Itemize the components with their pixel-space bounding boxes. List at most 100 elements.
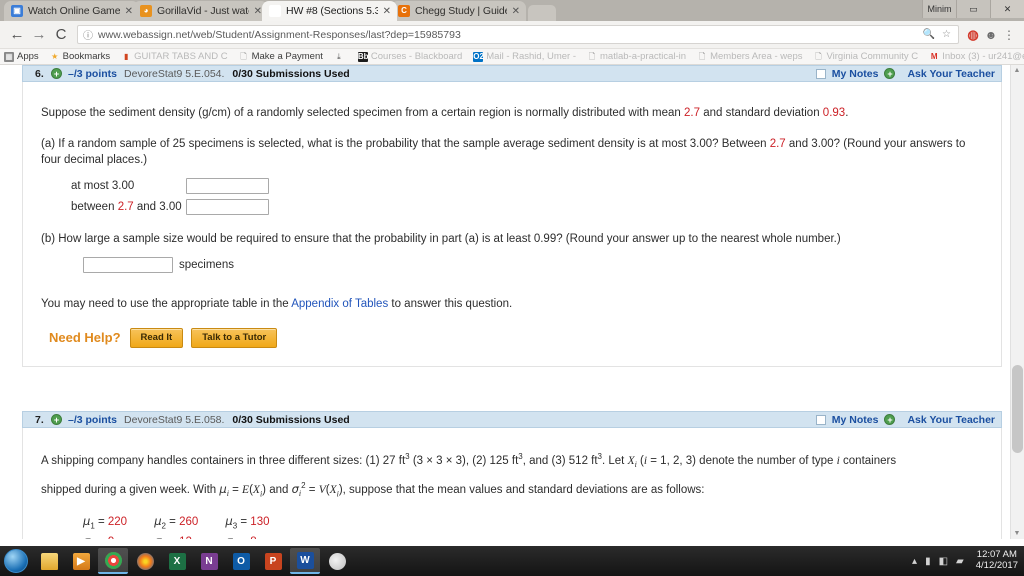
mean-parameter-row: μ1 = 220 μ2 = 260 μ3 = 130 <box>83 513 270 530</box>
part-b-text: (b) How large a sample size would be req… <box>41 233 841 246</box>
doc-icon: 🗋 <box>815 51 822 61</box>
system-tray: ▴ ▮ ◧ ▰ 12:07 AM 4/12/2017 <box>912 549 1024 572</box>
bookmark-members-area[interactable]: 🗋 Members Area - weps <box>697 51 803 62</box>
part-a-text-1: (a) If a random sample of 25 specimens i… <box>41 137 770 150</box>
submissions-used: 0/30 Submissions Used <box>232 67 350 80</box>
blackboard-icon: Bb <box>357 51 369 62</box>
taskbar-media-player[interactable]: ▶ <box>66 548 96 574</box>
scrollbar-thumb[interactable] <box>1012 365 1023 453</box>
taskbar-word[interactable]: W <box>290 548 320 574</box>
bookmark-download[interactable]: ⤓ <box>334 52 347 62</box>
taskbar-onenote[interactable]: N <box>194 548 224 574</box>
volume-icon[interactable]: ◧ <box>939 556 948 567</box>
reload-icon[interactable]: C <box>50 26 72 43</box>
stem7-text-d: . Let <box>602 454 628 467</box>
browser-tab-2[interactable]: ◕ GorillaVid - Just watch it! ✕ <box>133 1 268 21</box>
profile-icon[interactable]: ☻ <box>982 28 1000 42</box>
mean-value: 2.7 <box>684 107 701 119</box>
address-bar[interactable]: ⓘ www.webassign.net/web/Student/Assignme… <box>77 25 959 44</box>
tab-title: Watch Online Game of T <box>28 5 120 17</box>
bookmark-mail[interactable]: O2 Mail - Rashid, Umer - <box>473 51 576 62</box>
bookmark-label: matlab-a-practical-in <box>600 51 687 62</box>
question-code: DevoreStat9 5.E.054. <box>124 67 225 80</box>
sigma-symbol: σ <box>154 534 161 539</box>
stem-text-2: and standard deviation <box>700 107 823 119</box>
my-notes-checkbox[interactable] <box>815 68 826 79</box>
expand-icon[interactable]: + <box>51 68 62 79</box>
url-host: www.webassign.net <box>98 28 191 41</box>
taskbar-excel[interactable]: X <box>162 548 192 574</box>
bookmark-label: Courses - Blackboard <box>370 51 463 62</box>
scroll-up-icon[interactable]: ▲ <box>1012 67 1022 74</box>
bookmark-inbox[interactable]: M Inbox (3) - ur241@em <box>929 51 1024 62</box>
browser-tab-3[interactable]: W HW #8 (Sections 5.3-5.5) ✕ <box>262 1 397 21</box>
my-notes-link[interactable]: My Notes <box>832 414 879 426</box>
sigma1-value: 9 <box>108 536 114 539</box>
close-icon[interactable]: ✕ <box>383 6 391 17</box>
answer-input-between[interactable] <box>186 199 269 216</box>
talk-to-a-tutor-button[interactable]: Talk to a Tutor <box>191 328 278 349</box>
bookmark-label: Bookmarks <box>62 51 111 62</box>
my-notes-checkbox[interactable] <box>815 414 826 425</box>
page-scrollbar[interactable]: ▲ ▼ <box>1010 65 1024 539</box>
minimize-button[interactable]: Minim <box>922 0 956 18</box>
browser-tab-1[interactable]: ▣ Watch Online Game of T ✕ <box>4 1 139 21</box>
taskbar-google-chrome[interactable] <box>98 548 128 574</box>
bookmark-virginia-community[interactable]: 🗋 Virginia Community C <box>813 51 918 62</box>
browser-tab-4[interactable]: C Chegg Study | Guided So ✕ <box>391 1 526 21</box>
ask-your-teacher-link[interactable]: Ask Your Teacher <box>907 68 995 80</box>
bookmark-make-a-payment[interactable]: 🗋 Make a Payment <box>239 51 323 62</box>
search-icon[interactable]: 🔍 <box>923 29 935 40</box>
star-icon[interactable]: ☆ <box>942 29 951 40</box>
answer-input-at-most-300[interactable] <box>186 178 269 195</box>
bookmark-matlab[interactable]: 🗋 matlab-a-practical-in <box>587 51 686 62</box>
close-icon[interactable]: ✕ <box>512 6 520 17</box>
new-tab-button[interactable] <box>528 5 556 21</box>
bookmark-guitar-tabs[interactable]: ▮ GUITAR TABS AND C <box>121 51 228 62</box>
close-icon[interactable]: ✕ <box>254 6 262 17</box>
stem7-text-a: A shipping company handles containers in… <box>41 454 406 467</box>
maximize-button[interactable]: ▭ <box>956 0 990 18</box>
taskbar-clock[interactable]: 12:07 AM 4/12/2017 <box>972 549 1018 572</box>
close-icon[interactable]: ✕ <box>125 6 133 17</box>
stem-text-3: . <box>845 107 849 119</box>
back-icon[interactable]: ← <box>6 26 28 43</box>
stem7-text-l: , suppose that the mean values and stand… <box>342 483 705 496</box>
network-icon[interactable]: ▮ <box>925 556 931 567</box>
firefox-icon <box>136 552 154 570</box>
question-header-6: 6. + –/3 points DevoreStat9 5.E.054. 0/3… <box>22 65 1002 82</box>
taskbar-powerpoint[interactable]: P <box>258 548 288 574</box>
navigation-bar: ← → C ⓘ www.webassign.net/web/Student/As… <box>0 21 1024 49</box>
doc-icon: 🗋 <box>240 51 247 61</box>
taskbar-firefox[interactable] <box>130 548 160 574</box>
ask-your-teacher-link[interactable]: Ask Your Teacher <box>907 414 995 426</box>
expand-icon[interactable]: + <box>51 414 62 426</box>
menu-icon[interactable]: ⋮ <box>1000 28 1018 42</box>
close-window-button[interactable]: ✕ <box>990 0 1024 18</box>
ask-teacher-icon[interactable]: + <box>884 68 896 79</box>
read-it-button[interactable]: Read It <box>129 328 184 349</box>
my-notes-link[interactable]: My Notes <box>832 68 879 80</box>
bookmark-bookmarks[interactable]: ★ Bookmarks <box>50 51 111 62</box>
bookmark-label: Members Area - weps <box>710 51 803 62</box>
bookmark-courses-blackboard[interactable]: Bb Courses - Blackboard <box>357 51 463 62</box>
tray-expand-icon[interactable]: ▴ <box>912 556 917 567</box>
mu-symbol: μ <box>225 513 233 528</box>
answer-input-sample-size[interactable] <box>83 257 173 274</box>
start-button[interactable] <box>4 549 28 573</box>
appendix-of-tables-link[interactable]: Appendix of Tables <box>291 298 388 310</box>
forward-icon[interactable]: → <box>28 26 50 43</box>
taskbar-outlook[interactable]: O <box>226 548 256 574</box>
bookmark-apps[interactable]: ▦ Apps <box>4 51 39 62</box>
question-header-7: 7. + –/3 points DevoreStat9 5.E.058. 0/3… <box>22 411 1002 429</box>
scroll-down-icon[interactable]: ▼ <box>1012 530 1022 537</box>
gorilla-icon: ◕ <box>140 5 152 17</box>
battery-icon[interactable]: ▰ <box>956 556 964 567</box>
gmail-icon: M <box>930 51 938 61</box>
taskbar-paint[interactable] <box>322 548 352 574</box>
ask-teacher-icon[interactable]: + <box>884 414 896 426</box>
taskbar-file-explorer[interactable] <box>34 548 64 574</box>
tab-title: GorillaVid - Just watch it! <box>157 5 249 17</box>
red-extension-icon[interactable]: ◍ <box>964 27 982 43</box>
part-a-mean-value: 2.7 <box>769 137 786 150</box>
